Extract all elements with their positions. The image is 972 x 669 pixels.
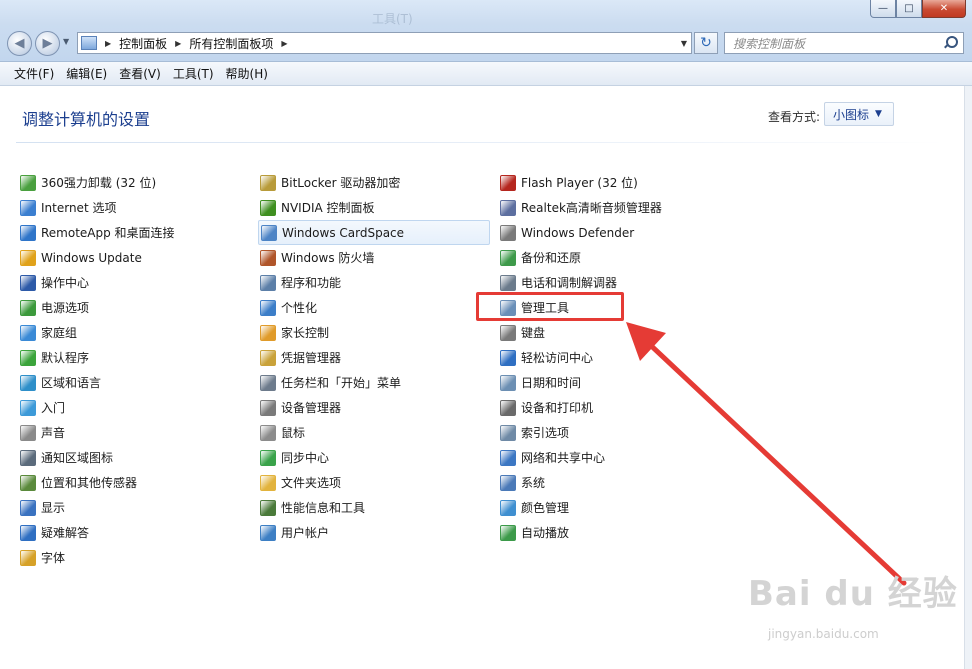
watermark-url: jingyan.baidu.com <box>768 627 879 641</box>
watermark-logo: Bai du 经验 <box>748 574 958 614</box>
